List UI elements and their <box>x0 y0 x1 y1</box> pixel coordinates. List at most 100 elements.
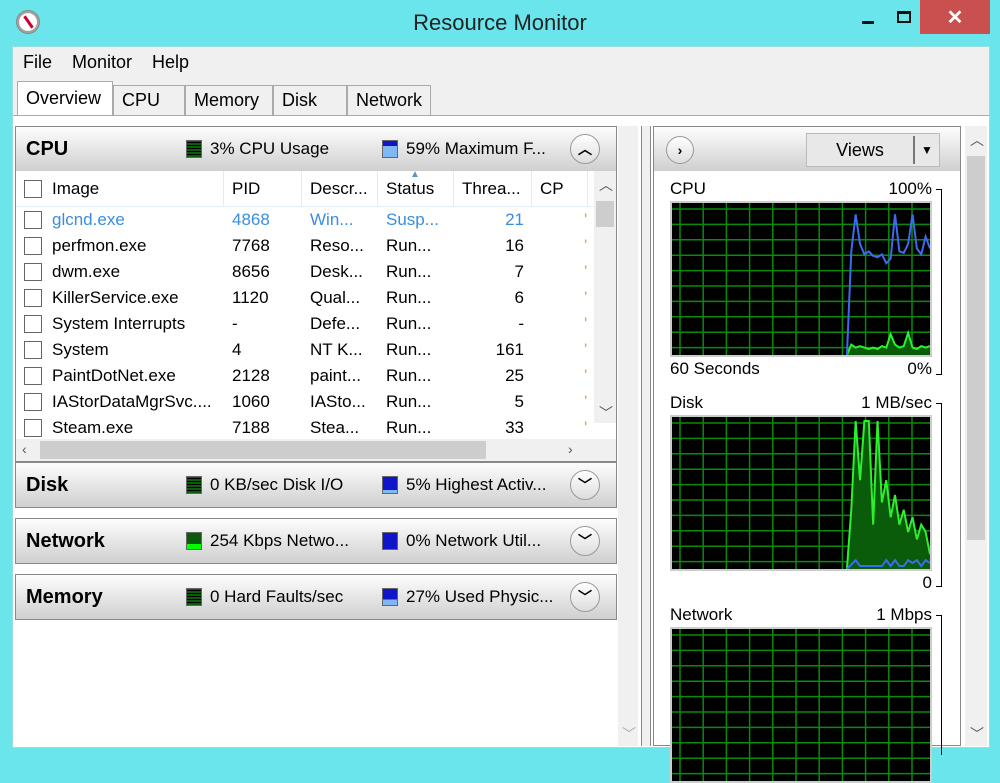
row-checkbox[interactable] <box>24 263 42 281</box>
cell-threads: 25 <box>505 366 524 385</box>
menu-file[interactable]: File <box>23 52 52 73</box>
column-description[interactable]: Descr... <box>302 171 378 207</box>
graph-pane-scrollbar[interactable]: ︿ ﹀ <box>965 126 987 746</box>
expand-chevron-down-icon[interactable]: ﹀ <box>570 526 600 556</box>
table-row[interactable]: perfmon.exe 7768 Reso... Run... 16 ' <box>16 233 616 259</box>
graph-pane-header: › Views ▼ <box>654 127 960 171</box>
scroll-down-icon[interactable]: ﹀ <box>599 403 613 423</box>
cell-cpu: ' <box>584 288 588 307</box>
tab-network[interactable]: Network <box>347 85 431 115</box>
table-row[interactable]: KillerService.exe 1120 Qual... Run... 6 … <box>16 285 616 311</box>
row-checkbox[interactable] <box>24 341 42 359</box>
disk-graph: Disk 1 MB/sec 0 <box>670 393 932 595</box>
table-row[interactable]: PaintDotNet.exe 2128 paint... Run... 25 … <box>16 363 616 389</box>
cpu-section-header[interactable]: CPU 3% CPU Usage 59% Maximum F... ︿ <box>16 127 616 171</box>
cell-image: glcnd.exe <box>16 210 224 230</box>
column-pid[interactable]: PID <box>224 171 302 207</box>
menu-help[interactable]: Help <box>152 52 189 73</box>
column-threads[interactable]: Threa... <box>454 171 532 207</box>
collapse-chevron-up-icon[interactable]: ︿ <box>570 134 600 164</box>
cell-description: paint... <box>310 366 362 385</box>
memory-section-header[interactable]: Memory 0 Hard Faults/sec 27% Used Physic… <box>16 575 616 619</box>
scroll-right-icon[interactable]: › <box>568 441 573 457</box>
scroll-thumb[interactable] <box>967 156 985 540</box>
menu-monitor[interactable]: Monitor <box>72 52 132 73</box>
column-cpu[interactable]: CP <box>532 171 588 207</box>
maximize-button[interactable] <box>884 0 924 34</box>
cell-description: NT K... <box>310 340 363 359</box>
dropdown-arrow-icon[interactable]: ▼ <box>913 136 939 164</box>
disk-io-metric: 0 KB/sec Disk I/O <box>210 475 344 494</box>
disk-activity-swatch-icon <box>382 476 398 494</box>
disk-graph-min: 0 <box>922 573 932 592</box>
tab-strip: Overview CPU Memory Disk Network <box>17 81 431 115</box>
row-checkbox[interactable] <box>24 211 42 229</box>
disk-activity-metric: 5% Highest Activ... <box>406 475 547 494</box>
disk-section-header[interactable]: Disk 0 KB/sec Disk I/O 5% Highest Activ.… <box>16 463 616 507</box>
row-checkbox[interactable] <box>24 393 42 411</box>
cell-pid: 1120 <box>232 288 269 307</box>
disk-section: Disk 0 KB/sec Disk I/O 5% Highest Activ.… <box>15 462 617 508</box>
scroll-left-icon[interactable]: ‹ <box>22 441 27 457</box>
table-horizontal-scrollbar[interactable]: ‹ › <box>16 439 616 461</box>
select-all-checkbox[interactable] <box>24 179 42 198</box>
memory-section: Memory 0 Hard Faults/sec 27% Used Physic… <box>15 574 617 620</box>
cpu-graph-timespan: 60 Seconds <box>670 359 760 378</box>
table-row[interactable]: System Interrupts - Defe... Run... - ' <box>16 311 616 337</box>
scroll-up-icon[interactable]: ︿ <box>599 175 613 195</box>
disk-graph-max: 1 MB/sec <box>861 393 932 412</box>
cell-pid: 7768 <box>232 236 270 255</box>
network-section: Network 254 Kbps Netwo... 0% Network Uti… <box>15 518 617 564</box>
tab-cpu[interactable]: CPU <box>113 85 185 115</box>
collapse-pane-chevron-right-icon[interactable]: › <box>666 136 694 164</box>
table-row[interactable]: dwm.exe 8656 Desk... Run... 7 ' <box>16 259 616 285</box>
cell-status: Run... <box>386 418 432 437</box>
views-dropdown[interactable]: Views ▼ <box>806 133 940 167</box>
scroll-thumb-horizontal[interactable] <box>40 441 486 459</box>
scroll-thumb[interactable] <box>596 201 614 227</box>
views-label: Views <box>836 139 884 160</box>
table-row[interactable]: Steam.exe 7188 Stea... Run... 33 ' <box>16 415 616 441</box>
left-pane: CPU 3% CPU Usage 59% Maximum F... ︿ Imag… <box>14 126 629 746</box>
table-vertical-scrollbar[interactable]: ︿ ﹀ <box>594 171 616 423</box>
row-checkbox[interactable] <box>24 315 42 333</box>
cell-description: Win... <box>310 210 354 229</box>
cell-status: Run... <box>386 236 432 255</box>
scroll-down-icon[interactable]: ﹀ <box>970 724 984 744</box>
cell-image: System Interrupts <box>16 314 224 334</box>
scroll-down-icon[interactable]: ﹀ <box>622 724 636 744</box>
cell-pid: 1060 <box>232 392 270 411</box>
row-checkbox[interactable] <box>24 367 42 385</box>
cell-description: Defe... <box>310 314 361 333</box>
row-checkbox[interactable] <box>24 419 42 437</box>
left-pane-scrollbar[interactable]: ﹀ <box>618 126 638 746</box>
cpu-section-title: CPU <box>26 137 69 160</box>
scroll-up-icon[interactable]: ︿ <box>970 130 984 150</box>
network-io-swatch-icon <box>186 532 202 550</box>
expand-chevron-down-icon[interactable]: ﹀ <box>570 582 600 612</box>
cell-status: Run... <box>386 340 432 359</box>
cpu-graph: CPU 100% 60 Seconds 0% <box>670 179 932 381</box>
row-checkbox[interactable] <box>24 237 42 255</box>
close-button[interactable]: ✕ <box>920 0 990 34</box>
cell-threads: 21 <box>505 210 524 229</box>
column-image[interactable]: Image <box>16 171 224 207</box>
cell-threads: 33 <box>505 418 524 437</box>
tab-overview[interactable]: Overview <box>17 81 113 115</box>
cell-image: KillerService.exe <box>16 288 224 308</box>
pane-splitter[interactable] <box>641 126 651 746</box>
cell-cpu: ' <box>584 262 588 281</box>
expand-chevron-down-icon[interactable]: ﹀ <box>570 470 600 500</box>
cell-cpu: ' <box>584 210 588 229</box>
row-checkbox[interactable] <box>24 289 42 307</box>
tab-memory[interactable]: Memory <box>185 85 273 115</box>
table-row[interactable]: glcnd.exe 4868 Win... Susp... 21 ' <box>16 207 616 233</box>
minimize-button[interactable] <box>848 0 888 34</box>
table-row[interactable]: System 4 NT K... Run... 161 ' <box>16 337 616 363</box>
cpu-frequency-swatch-icon <box>382 140 398 158</box>
network-util-swatch-icon <box>382 532 398 550</box>
tab-disk[interactable]: Disk <box>273 85 347 115</box>
table-row[interactable]: IAStorDataMgrSvc.... 1060 IASto... Run..… <box>16 389 616 415</box>
network-section-header[interactable]: Network 254 Kbps Netwo... 0% Network Uti… <box>16 519 616 563</box>
cell-status: Run... <box>386 392 432 411</box>
